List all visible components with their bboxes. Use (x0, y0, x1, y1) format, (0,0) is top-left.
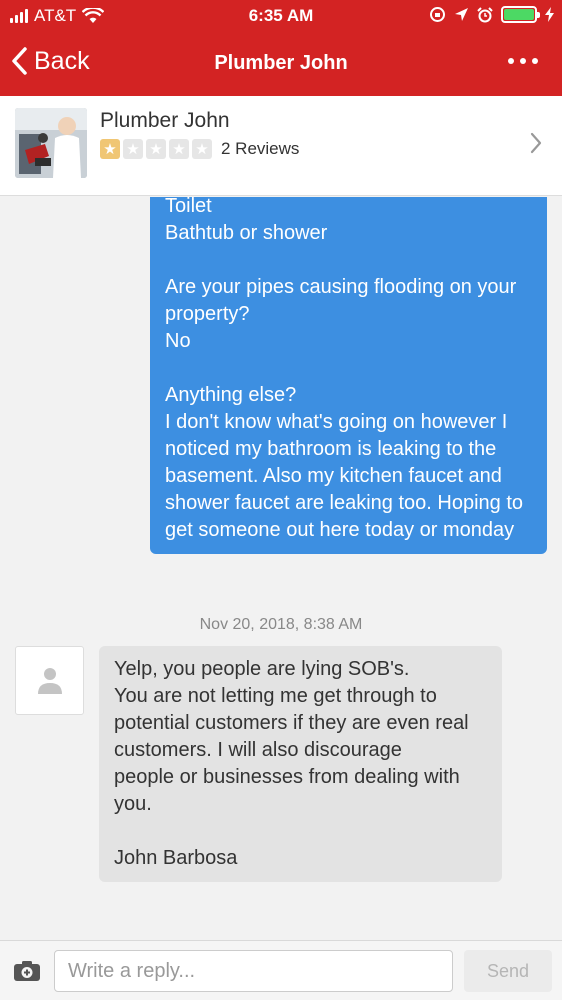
alarm-icon (477, 6, 493, 22)
star-icon: ★ (100, 139, 120, 159)
reply-input[interactable] (54, 950, 453, 992)
review-count: 2 Reviews (221, 139, 300, 158)
star-icon: ★ (169, 139, 189, 159)
avatar[interactable] (15, 646, 84, 715)
business-name: Plumber John (100, 109, 230, 132)
charging-icon (545, 7, 554, 22)
status-right (429, 6, 554, 23)
battery-icon (501, 6, 540, 23)
star-icon: ★ (123, 139, 143, 159)
page-title: Plumber John (214, 52, 348, 74)
star-icon: ★ (192, 139, 212, 159)
outgoing-message-text: Toilet Bathtub or shower Are your pipes … (165, 197, 523, 541)
send-button[interactable]: Send (464, 950, 552, 992)
camera-icon[interactable] (13, 960, 41, 982)
outgoing-message: Toilet Bathtub or shower Are your pipes … (150, 197, 547, 554)
status-bar: AT&T 6:35 AM (0, 0, 562, 34)
rotation-lock-icon (430, 7, 445, 22)
location-icon (455, 8, 468, 21)
business-photo (15, 108, 87, 178)
user-icon (37, 667, 62, 694)
more-options-button[interactable] (508, 58, 538, 64)
star-rating: ★ ★ ★ ★ ★ 2 Reviews (100, 139, 299, 159)
message-timestamp: Nov 20, 2018, 8:38 AM (199, 616, 363, 633)
business-header[interactable]: Plumber John ★ ★ ★ ★ ★ 2 Reviews (0, 96, 562, 196)
incoming-message-text: Yelp, you people are lying SOB's. You ar… (114, 658, 469, 869)
star-icon: ★ (146, 139, 166, 159)
ellipsis-icon (508, 58, 514, 64)
chevron-right-icon (530, 132, 542, 154)
reply-bar: Send (0, 940, 562, 1000)
nav-bar: Back Plumber John (0, 34, 562, 96)
incoming-message: Yelp, you people are lying SOB's. You ar… (99, 646, 502, 882)
message-thread[interactable]: Toilet Bathtub or shower Are your pipes … (0, 197, 562, 940)
